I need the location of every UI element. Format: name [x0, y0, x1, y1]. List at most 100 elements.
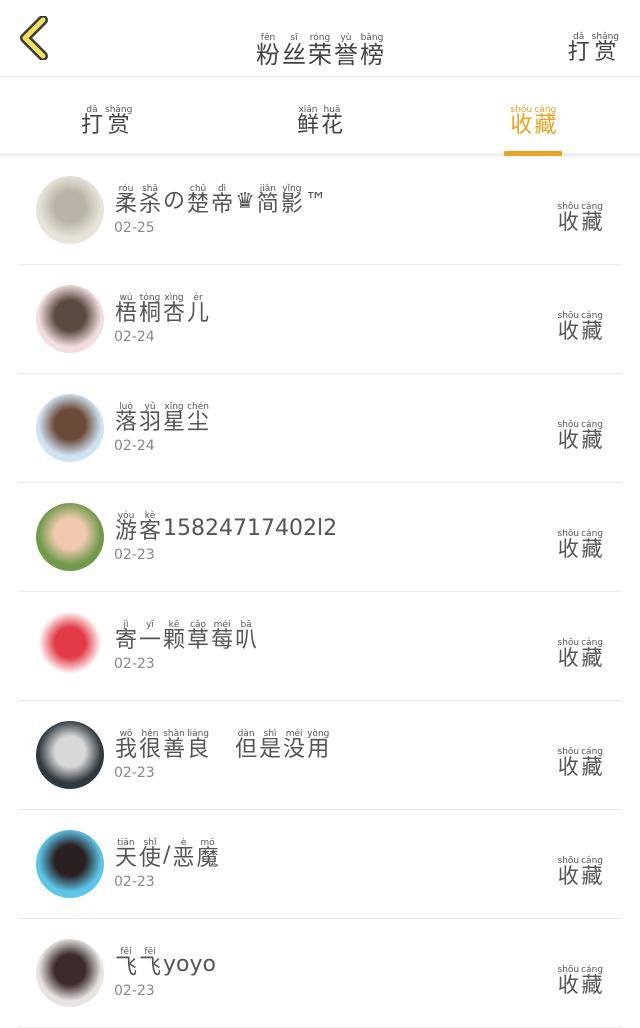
- favorite-char: shōu 收: [558, 638, 580, 669]
- name-hanzi: 良: [187, 737, 210, 762]
- favorite-char: cáng 藏: [581, 856, 603, 887]
- tab-favorites[interactable]: shōu 收 cáng 藏: [427, 77, 640, 156]
- title-char: róng 荣: [308, 33, 332, 67]
- name-char: méi 没: [283, 729, 305, 761]
- name-hanzi: 梧: [115, 301, 138, 326]
- date-label: 02-25: [114, 220, 155, 236]
- avatar[interactable]: [36, 612, 104, 680]
- favorite-char: shōu 收: [558, 202, 580, 233]
- favorite-action[interactable]: shōu 收 cáng 藏: [557, 408, 605, 451]
- tab-char: xiān 鲜: [297, 105, 319, 137]
- name-hanzi: ♛: [235, 189, 255, 214]
- list-item[interactable]: róu 柔 shā 杀の chǔ 楚 dì 帝 ♛ jiǎn 简 yǐng 影 ™ 02-25 shōu 收 cá…: [18, 156, 622, 265]
- name-char: kè 客: [139, 511, 161, 543]
- favorite-action[interactable]: shōu 收 cáng 藏: [557, 517, 605, 560]
- favorite-action[interactable]: shōu 收 cáng 藏: [557, 626, 605, 669]
- name-hanzi: 简: [256, 192, 279, 217]
- name-hanzi: 没: [283, 737, 306, 762]
- name-char: dì 帝: [211, 184, 233, 216]
- favorite-hanzi: 藏: [581, 864, 603, 888]
- name-char: の: [163, 191, 185, 213]
- list-item[interactable]: yóu 游 kè 客 15824717402l2 02-23 shōu 收 cáng 藏: [18, 483, 622, 592]
- reward-char: shǎng 赏: [592, 32, 619, 64]
- name-hanzi: 是: [259, 737, 282, 762]
- title-hanzi: 榜: [360, 41, 384, 69]
- avatar[interactable]: [36, 830, 104, 898]
- list-item[interactable]: wǒ 我 hěn 很 shàn 善 liáng 良 dàn 但 shì 是 méi 没 yòng 用 02-2…: [18, 701, 622, 810]
- avatar[interactable]: [36, 939, 104, 1007]
- tab-flowers[interactable]: xiān 鲜 huā 花: [213, 77, 426, 153]
- name-char: shì 是: [259, 729, 281, 761]
- avatar[interactable]: [36, 285, 104, 353]
- tab-char: huā 花: [321, 105, 343, 137]
- name-char: yǐng 影: [281, 184, 303, 216]
- date-label: 02-23: [114, 547, 155, 563]
- name-hanzi: 莓: [211, 628, 234, 653]
- tab-bar: dǎ 打 shǎng 赏 xiān 鲜 huā 花 shōu 收 cáng 藏: [0, 77, 640, 156]
- favorite-action[interactable]: shōu 收 cáng 藏: [557, 735, 605, 778]
- name-char: ♛: [235, 191, 255, 213]
- favorite-char: cáng 藏: [581, 529, 603, 560]
- name-hanzi: 楚: [187, 192, 210, 217]
- date-label: 02-24: [114, 438, 155, 454]
- favorite-action[interactable]: shōu 收 cáng 藏: [557, 190, 605, 233]
- tab-hanzi: 打: [80, 113, 103, 138]
- tab-label: xiān 鲜 huā 花: [296, 93, 344, 137]
- name-hanzi: 飞: [115, 955, 138, 980]
- name-char: kē 颗: [163, 620, 185, 652]
- name-char: mó 魔: [196, 838, 218, 870]
- name-hanzi: 羽: [139, 410, 162, 435]
- list-item[interactable]: fēi 飞 fēi 飞 yoyo 02-23 shōu 收 cáng 藏: [18, 919, 622, 1028]
- avatar[interactable]: [36, 503, 104, 571]
- favorite-action[interactable]: shōu 收 cáng 藏: [557, 844, 605, 887]
- name-char: ™: [305, 191, 327, 213]
- name-hanzi: 飞: [139, 955, 162, 980]
- list-item[interactable]: tiān 天 shǐ 使 / è 恶 mó 魔 02-23 shōu 收 cáng 藏: [18, 810, 622, 919]
- tab-hanzi: 收: [510, 113, 533, 138]
- user-name: fēi 飞 fēi 飞 yoyo: [114, 935, 217, 979]
- date-label: 02-23: [114, 656, 155, 672]
- date-label: 02-24: [114, 329, 155, 345]
- name-hanzi: /: [163, 843, 171, 868]
- name-hanzi: 很: [139, 737, 162, 762]
- list-item[interactable]: wú 梧 tóng 桐 xìng 杏 ér 儿 02-24 shōu 收 cáng 藏: [18, 265, 622, 374]
- name-char: fēi 飞: [115, 947, 137, 979]
- name-hanzi: 尘: [187, 410, 210, 435]
- tab-hanzi: 鲜: [296, 113, 319, 138]
- user-name: wú 梧 tóng 桐 xìng 杏 ér 儿: [114, 281, 210, 325]
- name-hanzi: 客: [139, 519, 162, 544]
- favorite-hanzi: 收: [557, 319, 579, 343]
- favorite-action[interactable]: shōu 收 cáng 藏: [557, 299, 605, 342]
- user-name: jì 寄 yī 一 kē 颗 cǎo 草 méi 莓 bā 叭: [114, 608, 258, 652]
- tab-char: shōu 收: [510, 105, 532, 137]
- list-item[interactable]: jì 寄 yī 一 kē 颗 cǎo 草 méi 莓 bā 叭 02-23 shōu 收 cáng 藏: [18, 592, 622, 701]
- name-hanzi: 但: [235, 737, 258, 762]
- page-title: fěn 粉 sī 丝 róng 荣 yù 誉 bǎng 榜: [0, 18, 640, 67]
- name-hanzi: 儿: [187, 301, 210, 326]
- name-hanzi: 恶: [172, 846, 195, 871]
- name-char: chǔ 楚: [187, 184, 209, 216]
- name-hanzi: 善: [163, 737, 186, 762]
- favorite-hanzi: 收: [557, 864, 579, 888]
- list-item[interactable]: luò 落 yǔ 羽 xīng 星 chén 尘 02-24 shōu 收 cáng 藏: [18, 374, 622, 483]
- favorite-hanzi: 藏: [581, 319, 603, 343]
- reward-hanzi: 打: [567, 40, 590, 65]
- avatar[interactable]: [36, 394, 104, 462]
- name-char: shǐ 使: [139, 838, 161, 870]
- name-hanzi: 一: [139, 628, 162, 653]
- avatar[interactable]: [36, 176, 104, 244]
- name-hanzi: 游: [115, 519, 138, 544]
- date-label: 02-23: [114, 765, 155, 781]
- name-char: yǔ 羽: [139, 402, 161, 434]
- title-hanzi: 誉: [334, 41, 358, 69]
- name-char: ér 儿: [187, 293, 209, 325]
- date-label: 02-23: [114, 983, 155, 999]
- favorite-action[interactable]: shōu 收 cáng 藏: [557, 953, 605, 996]
- name-char: chén 尘: [187, 402, 209, 434]
- name-char: è恶: [172, 838, 194, 870]
- reward-button[interactable]: dǎ 打 shǎng 赏: [567, 20, 620, 64]
- favorite-char: cáng 藏: [581, 202, 603, 233]
- name-char: hěn 很: [139, 729, 161, 761]
- avatar[interactable]: [36, 721, 104, 789]
- tab-reward[interactable]: dǎ 打 shǎng 赏: [0, 77, 213, 153]
